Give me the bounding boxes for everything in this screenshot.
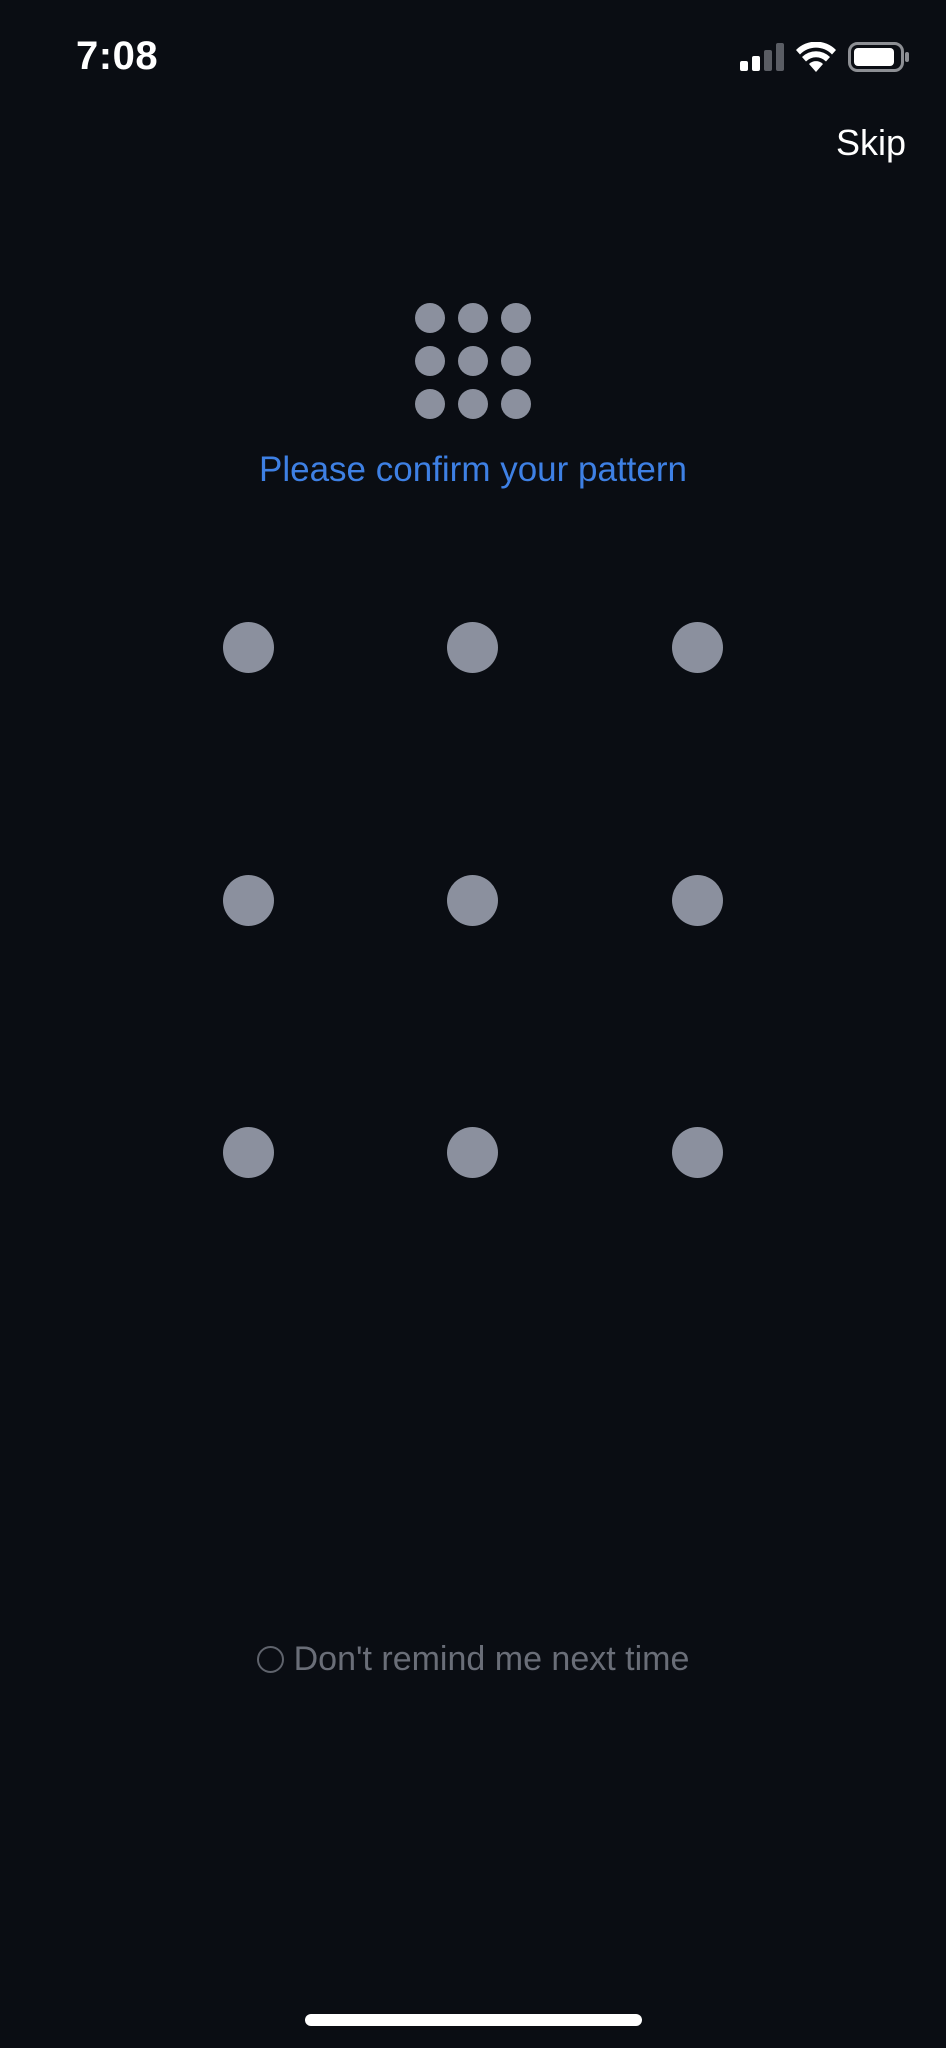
dont-remind-label: Don't remind me next time (293, 1640, 690, 1678)
pattern-dot-6[interactable] (672, 875, 723, 926)
pattern-dot-8[interactable] (447, 1127, 498, 1178)
pattern-dot-5[interactable] (447, 875, 498, 926)
pattern-dot-1[interactable] (223, 622, 274, 673)
pattern-lock-grid (0, 0, 946, 2048)
dont-remind-radio[interactable] (256, 1646, 284, 1673)
pattern-dot-9[interactable] (672, 1127, 723, 1178)
pattern-dot-4[interactable] (223, 875, 274, 926)
pattern-dot-3[interactable] (672, 622, 723, 673)
pattern-dot-7[interactable] (223, 1127, 274, 1178)
home-indicator[interactable] (305, 2014, 642, 2026)
dont-remind-option[interactable]: Don't remind me next time (0, 1640, 946, 1679)
pattern-dot-2[interactable] (447, 622, 498, 673)
